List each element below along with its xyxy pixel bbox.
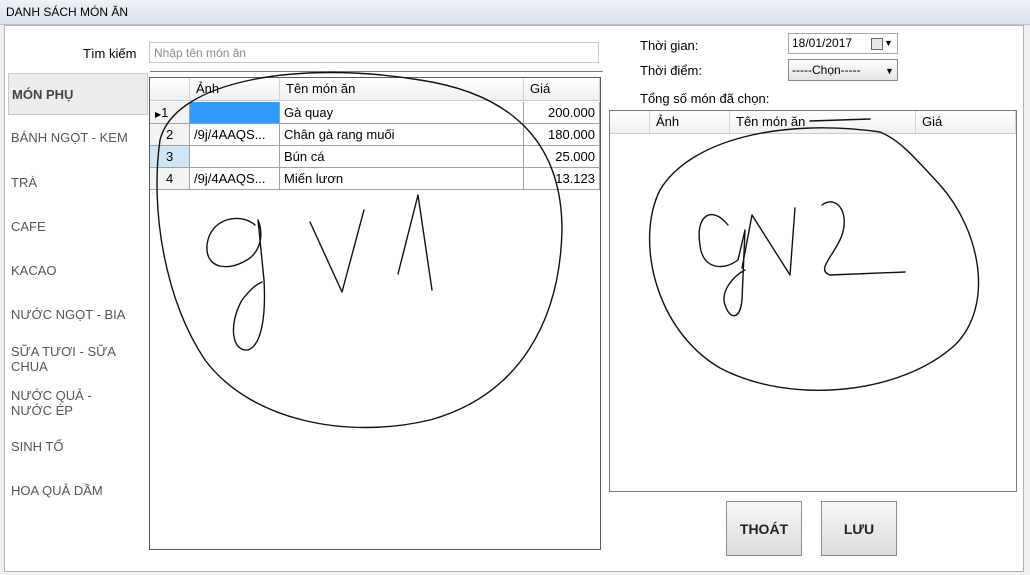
chevron-down-icon[interactable]: ▼ (885, 61, 894, 81)
cell-name[interactable]: Chân gà rang muối (280, 124, 524, 146)
menu-grid[interactable]: Ảnh Tên món ăn Giá ▶1 Gà quay 200.000 2 … (149, 77, 601, 550)
category-sua-tuoi-sua-chua[interactable]: SỮA TƯƠI - SỮA CHUA (8, 344, 126, 374)
cell-name[interactable]: Gà quay (280, 102, 524, 124)
category-tra[interactable]: TRÀ (8, 175, 148, 190)
moment-label: Thời điểm: (640, 63, 702, 78)
window-title: DANH SÁCH MÓN ĂN (6, 5, 129, 19)
category-label: KACAO (11, 263, 57, 278)
date-picker[interactable]: 18/01/2017 ▼ (788, 33, 898, 54)
column-header-name[interactable]: Tên món ăn (730, 111, 916, 133)
cell-image[interactable] (190, 102, 280, 124)
category-list: MÓN PHỤ BÁNH NGỌT - KEM TRÀ CAFE KACAO N… (8, 71, 148, 531)
column-header-image[interactable]: Ảnh (190, 78, 280, 100)
column-header-name[interactable]: Tên món ăn (280, 78, 524, 100)
column-header-price[interactable]: Giá (916, 111, 1016, 133)
cell-image[interactable]: /9j/4AAQS... (190, 124, 280, 146)
category-nuoc-qua-nuoc-ep[interactable]: NƯỚC QUẢ - NƯỚC ÉP (8, 388, 136, 418)
row-header[interactable]: 3 (150, 146, 190, 168)
search-divider (150, 71, 603, 72)
cell-price[interactable]: 200.000 (524, 102, 600, 124)
category-kacao[interactable]: KACAO (8, 263, 148, 278)
row-number: 1 (161, 105, 169, 120)
category-mon-phu[interactable]: MÓN PHỤ (8, 73, 148, 115)
moment-value: -----Chọn----- (792, 63, 861, 77)
time-label: Thời gian: (640, 38, 699, 53)
row-header-corner (150, 78, 190, 100)
row-header[interactable]: ▶1 (150, 102, 190, 124)
moment-select[interactable]: -----Chọn----- ▼ (788, 59, 898, 81)
category-cafe[interactable]: CAFE (8, 219, 148, 234)
selected-grid-header: Ảnh Tên món ăn Giá (610, 111, 1016, 134)
column-header-image[interactable]: Ảnh (650, 111, 730, 133)
date-value: 18/01/2017 (792, 36, 853, 50)
category-label: CAFE (11, 219, 46, 234)
cell-name[interactable]: Bún cá (280, 146, 524, 168)
chevron-down-icon[interactable]: ▼ (884, 34, 893, 53)
category-hoa-qua-dam[interactable]: HOA QUẢ DẦM (8, 483, 148, 498)
cell-price[interactable]: 13.123 (524, 168, 600, 190)
selected-grid[interactable]: Ảnh Tên món ăn Giá (609, 110, 1017, 492)
main-window: DANH SÁCH MÓN ĂN Tìm kiếm MÓN PHỤ BÁNH N… (0, 0, 1030, 575)
search-label: Tìm kiếm (83, 46, 137, 61)
category-banh-ngot-kem[interactable]: BÁNH NGỌT - KEM (8, 130, 148, 145)
total-label: Tổng số món đã chọn: (640, 91, 770, 106)
category-nuoc-ngot-bia[interactable]: NƯỚC NGỌT - BIA (8, 307, 148, 322)
cell-name[interactable]: Miến lươn (280, 168, 524, 190)
search-input[interactable] (149, 42, 599, 63)
category-label: NƯỚC QUẢ - NƯỚC ÉP (11, 388, 92, 418)
category-label: SỮA TƯƠI - SỮA CHUA (11, 344, 116, 374)
menu-grid-header: Ảnh Tên món ăn Giá (150, 78, 600, 101)
column-header-price[interactable]: Giá (524, 78, 600, 100)
cell-image[interactable] (190, 146, 280, 168)
row-header[interactable]: 2 (150, 124, 190, 146)
calendar-icon[interactable] (871, 38, 883, 50)
category-label: NƯỚC NGỌT - BIA (11, 307, 126, 322)
category-sinh-to[interactable]: SINH TỐ (8, 439, 148, 454)
title-bar: DANH SÁCH MÓN ĂN (0, 0, 1030, 25)
save-button[interactable]: LƯU (821, 501, 897, 556)
category-label: TRÀ (11, 175, 37, 190)
cell-image[interactable]: /9j/4AAQS... (190, 168, 280, 190)
cell-price[interactable]: 25.000 (524, 146, 600, 168)
category-label: BÁNH NGỌT - KEM (11, 130, 128, 145)
exit-button[interactable]: THOÁT (726, 501, 802, 556)
category-label: MÓN PHỤ (12, 87, 74, 102)
cell-price[interactable]: 180.000 (524, 124, 600, 146)
row-header[interactable]: 4 (150, 168, 190, 190)
category-label: HOA QUẢ DẦM (11, 483, 103, 498)
category-label: SINH TỐ (11, 439, 64, 454)
row-header-corner (610, 111, 650, 133)
